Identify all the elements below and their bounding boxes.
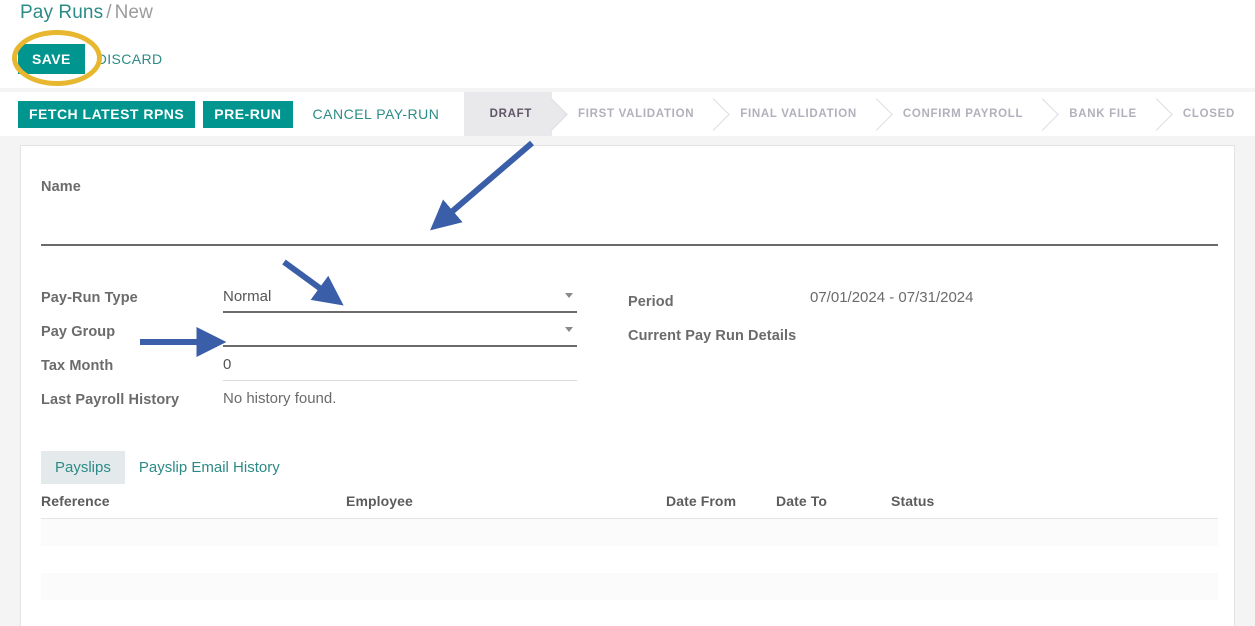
breadcrumb-current: New [114, 2, 153, 23]
payslips-table: Reference Employee Date From Date To Sta… [41, 493, 1218, 626]
table-row[interactable] [41, 519, 1218, 546]
column-header-date-from[interactable]: Date From [666, 493, 776, 509]
pay-group-label: Pay Group [41, 324, 116, 340]
breadcrumb: Pay Runs / New [20, 2, 153, 24]
pre-run-button[interactable]: PRE-RUN [203, 100, 293, 128]
table-row[interactable] [41, 546, 1218, 573]
pay-group-value[interactable] [223, 320, 577, 342]
pipeline-stage-draft[interactable]: DRAFT [463, 92, 553, 136]
column-header-date-to[interactable]: Date To [776, 493, 891, 509]
app-root: Pay Runs / New SAVE DISCARD FETCH LATEST R… [0, 0, 1255, 626]
fetch-latest-rpns-button[interactable]: FETCH LATEST RPNS [18, 100, 196, 128]
name-input[interactable] [41, 206, 1218, 246]
pay-run-type-value[interactable] [223, 286, 577, 308]
pipeline-stage-confirm-payroll[interactable]: CONFIRM PAYROLL [876, 92, 1044, 136]
column-header-employee[interactable]: Employee [346, 493, 666, 509]
status-pipeline: DRAFT FIRST VALIDATION FINAL VALIDATION … [463, 92, 1255, 136]
pipeline-stage-first-validation[interactable]: FIRST VALIDATION [552, 92, 715, 136]
tax-month-input-wrap[interactable] [223, 354, 577, 381]
period-label: Period [628, 294, 674, 310]
table-body [41, 519, 1218, 626]
column-header-status[interactable]: Status [891, 493, 1011, 509]
chevron-down-icon[interactable] [565, 327, 573, 332]
table-row[interactable] [41, 573, 1218, 600]
breadcrumb-root-link[interactable]: Pay Runs [20, 2, 103, 23]
tax-month-label: Tax Month [41, 358, 114, 374]
pay-run-type-select[interactable] [223, 286, 577, 313]
field-period: Period 07/01/2024 - 07/31/2024 [628, 286, 1198, 320]
tax-month-input[interactable] [223, 354, 577, 376]
tab-payslip-email-history[interactable]: Payslip Email History [125, 451, 294, 484]
pay-run-type-label: Pay-Run Type [41, 290, 138, 306]
last-payroll-history-value: No history found. [223, 390, 337, 407]
chevron-down-icon[interactable] [565, 293, 573, 298]
field-pay-group: Pay Group [41, 320, 597, 354]
tab-payslips[interactable]: Payslips [41, 451, 125, 484]
table-header-row: Reference Employee Date From Date To Sta… [41, 493, 1218, 519]
form-left-column: Pay-Run Type Pay Group [41, 286, 597, 422]
period-value: 07/01/2024 - 07/31/2024 [810, 289, 974, 306]
pay-run-form-card: Name Pay-Run Type Pay Group [20, 145, 1235, 626]
pay-group-select[interactable] [223, 320, 577, 347]
top-band [0, 0, 1255, 88]
field-last-payroll-history: Last Payroll History No history found. [41, 388, 597, 422]
form-right-column: Period 07/01/2024 - 07/31/2024 Current P… [628, 286, 1198, 354]
current-pay-run-details-label: Current Pay Run Details [628, 328, 797, 344]
breadcrumb-separator: / [106, 2, 112, 23]
field-pay-run-type: Pay-Run Type [41, 286, 597, 320]
table-row[interactable] [41, 600, 1218, 626]
last-payroll-history-label: Last Payroll History [41, 392, 180, 408]
detail-tabs: Payslips Payslip Email History [41, 451, 294, 484]
save-button[interactable]: SAVE [18, 44, 85, 74]
field-tax-month: Tax Month [41, 354, 597, 388]
pipeline-stage-final-validation[interactable]: FINAL VALIDATION [714, 92, 877, 136]
column-header-reference[interactable]: Reference [41, 493, 346, 509]
field-current-pay-run-details: Current Pay Run Details [628, 320, 1198, 354]
discard-button[interactable]: DISCARD [85, 44, 175, 74]
pipeline-stage-bank-file[interactable]: BANK FILE [1043, 92, 1157, 136]
record-action-bar: SAVE DISCARD [18, 44, 175, 74]
cancel-pay-run-button[interactable]: CANCEL PAY-RUN [301, 101, 452, 128]
name-field-label: Name [41, 179, 81, 195]
